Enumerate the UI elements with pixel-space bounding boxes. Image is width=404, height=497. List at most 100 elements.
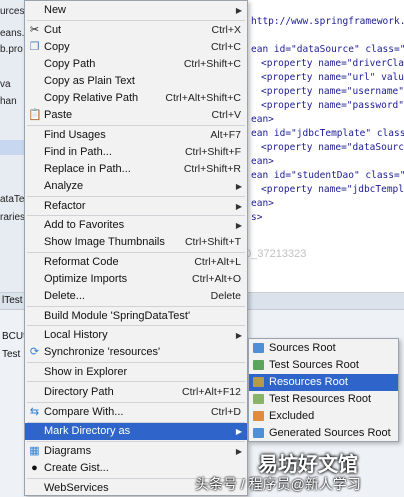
menu-item-copy-relative-path[interactable]: Copy Relative Path Ctrl+Alt+Shift+C	[25, 90, 247, 107]
submenu-item-label: Resources Root	[269, 376, 348, 388]
compare-icon: ⇆	[29, 406, 40, 418]
menu-item-find-usages[interactable]: Find Usages Alt+F7	[25, 127, 247, 144]
context-menu: New ▶ ✂ Cut Ctrl+X ❐ Copy Ctrl+C Copy Path Ctr…	[24, 0, 248, 496]
menu-item-build-module[interactable]: Build Module 'SpringDataTest'	[25, 308, 247, 325]
menu-item-label: Copy Path	[44, 58, 96, 70]
menu-item-label: Paste	[44, 109, 73, 121]
menu-item-shortcut: Ctrl+D	[210, 406, 241, 418]
menu-item-label: Mark Directory as	[44, 425, 131, 437]
menu-item-label: Copy as Plain Text	[44, 75, 135, 87]
submenu-item-excluded[interactable]: Excluded	[249, 408, 398, 425]
menu-item-replace-in-path[interactable]: Replace in Path... Ctrl+Shift+R	[25, 161, 247, 178]
menu-item-add-to-favorites[interactable]: Add to Favorites ▶	[25, 217, 247, 234]
menu-item-cut[interactable]: ✂ Cut Ctrl+X	[25, 22, 247, 39]
menu-separator	[27, 306, 245, 307]
menu-item-label: Optimize Imports	[44, 273, 128, 285]
code-line: ean>	[251, 114, 274, 125]
folder-icon	[253, 394, 264, 404]
submenu-arrow-icon: ▶	[235, 202, 242, 211]
menu-item-analyze[interactable]: Analyze ▶	[25, 178, 247, 195]
submenu-arrow-icon: ▶	[235, 447, 242, 456]
folder-icon	[253, 377, 264, 387]
copy-icon: ❐	[29, 41, 40, 53]
menu-separator	[27, 402, 245, 403]
menu-item-label: Replace in Path...	[44, 163, 131, 175]
code-line: <property name="username"	[261, 86, 404, 97]
menu-item-mark-directory-as[interactable]: Mark Directory as ▶	[25, 423, 247, 440]
menu-item-new[interactable]: New ▶	[25, 2, 247, 19]
submenu-arrow-icon: ▶	[235, 427, 242, 436]
github-icon: ●	[31, 462, 38, 474]
menu-item-shortcut: Ctrl+Alt+L	[194, 256, 241, 268]
menu-item-shortcut: Delete	[210, 290, 241, 302]
bottom-tab[interactable]: lTest	[2, 295, 23, 306]
menu-item-shortcut: Ctrl+X	[211, 24, 241, 36]
tree-row[interactable]: han	[0, 94, 17, 109]
menu-item-reformat-code[interactable]: Reformat Code Ctrl+Alt+L	[25, 254, 247, 271]
menu-item-shortcut: Ctrl+Shift+T	[184, 236, 241, 248]
menu-item-show-in-explorer[interactable]: Show in Explorer	[25, 364, 247, 381]
menu-item-local-history[interactable]: Local History ▶	[25, 327, 247, 344]
submenu-item-sources-root[interactable]: Sources Root	[249, 340, 398, 357]
menu-item-refactor[interactable]: Refactor ▶	[25, 198, 247, 215]
folder-icon	[253, 428, 264, 438]
menu-item-label: Analyze	[44, 180, 84, 192]
menu-item-shortcut: Ctrl+Alt+F12	[182, 386, 241, 398]
menu-item-label: Cut	[44, 24, 62, 36]
menu-item-copy-plain-text[interactable]: Copy as Plain Text	[25, 73, 247, 90]
menu-item-copy[interactable]: ❐ Copy Ctrl+C	[25, 39, 247, 56]
code-line: <property name="jdbcTempla	[261, 184, 404, 195]
menu-item-shortcut: Ctrl+C	[210, 41, 241, 53]
menu-item-show-image-thumbnails[interactable]: Show Image Thumbnails Ctrl+Shift+T	[25, 234, 247, 251]
code-editor[interactable]: http://www.springframework.or ean id="da…	[245, 0, 404, 290]
code-line: s>	[251, 212, 263, 223]
submenu-arrow-icon: ▶	[235, 182, 242, 191]
corner-watermark: 头条号 / 程序员@新人学习	[195, 476, 361, 492]
mark-directory-submenu: Sources Root Test Sources Root Resources…	[248, 338, 399, 442]
tree-row[interactable]: va	[0, 77, 11, 92]
code-line: ean id="dataSource" class="o	[251, 44, 404, 55]
menu-item-directory-path[interactable]: Directory Path Ctrl+Alt+F12	[25, 384, 247, 401]
submenu-item-generated-sources-root[interactable]: Generated Sources Root	[249, 425, 398, 442]
menu-item-label: Copy Relative Path	[44, 92, 139, 104]
menu-item-label: Refactor	[44, 200, 86, 212]
menu-item-label: WebServices	[44, 482, 109, 494]
tree-row[interactable]: ataTe	[0, 192, 24, 207]
menu-item-label: Create Gist...	[44, 462, 109, 474]
menu-item-paste[interactable]: 📋 Paste Ctrl+V	[25, 107, 247, 124]
submenu-arrow-icon: ▶	[235, 221, 242, 230]
menu-separator	[27, 125, 245, 126]
tree-row[interactable]: urces	[0, 4, 24, 19]
submenu-item-test-resources-root[interactable]: Test Resources Root	[249, 391, 398, 408]
menu-item-diagrams[interactable]: ▦ Diagrams ▶	[25, 443, 247, 460]
tree-row[interactable]: b.pro	[0, 42, 23, 57]
menu-item-delete[interactable]: Delete... Delete	[25, 288, 247, 305]
menu-separator	[27, 362, 245, 363]
submenu-item-test-sources-root[interactable]: Test Sources Root	[249, 357, 398, 374]
test-row[interactable]: Test	[2, 349, 20, 360]
menu-item-label: Directory Path	[44, 386, 114, 398]
menu-item-synchronize[interactable]: ⟳ Synchronize 'resources'	[25, 344, 247, 361]
menu-item-shortcut: Ctrl+V	[211, 109, 241, 121]
code-line: <property name="dataSourc	[261, 142, 404, 153]
code-line: <property name="url" value	[261, 72, 404, 83]
sync-icon: ⟳	[29, 346, 40, 358]
submenu-item-label: Test Resources Root	[269, 393, 372, 405]
menu-item-label: Build Module 'SpringDataTest'	[44, 310, 191, 322]
tree-row[interactable]: raries	[0, 210, 25, 225]
menu-item-label: Compare With...	[44, 406, 124, 418]
menu-item-find-in-path[interactable]: Find in Path... Ctrl+Shift+F	[25, 144, 247, 161]
menu-item-optimize-imports[interactable]: Optimize Imports Ctrl+Alt+O	[25, 271, 247, 288]
menu-separator	[27, 215, 245, 216]
submenu-item-resources-root[interactable]: Resources Root	[249, 374, 398, 391]
menu-item-copy-path[interactable]: Copy Path Ctrl+Shift+C	[25, 56, 247, 73]
menu-item-label: Copy	[44, 41, 70, 53]
menu-item-compare-with[interactable]: ⇆ Compare With... Ctrl+D	[25, 404, 247, 421]
menu-separator	[27, 325, 245, 326]
menu-item-label: New	[44, 4, 67, 16]
menu-separator	[27, 252, 245, 253]
folder-icon	[253, 360, 264, 370]
code-line: ean>	[251, 198, 274, 209]
code-line: <property name="password"	[261, 100, 404, 111]
folder-icon	[253, 411, 264, 421]
